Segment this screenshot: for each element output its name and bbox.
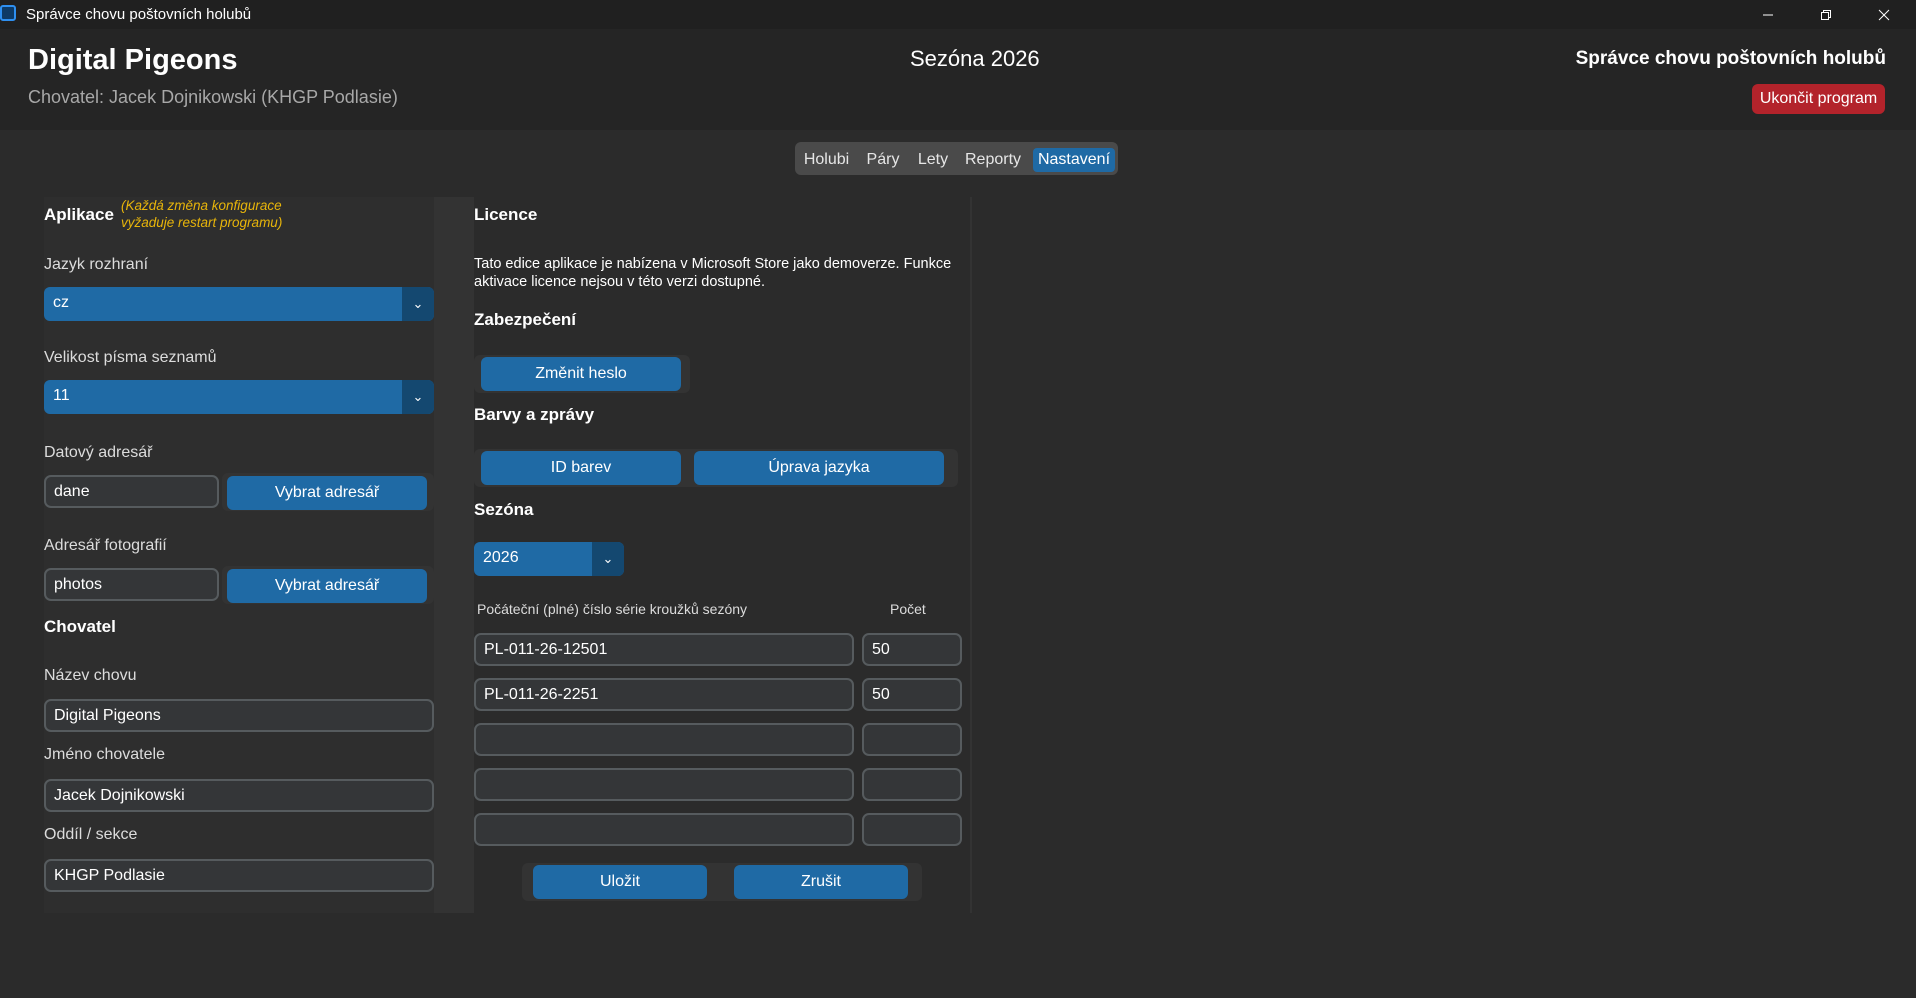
breeder-info: Chovatel: Jacek Dojnikowski (KHGP Podlas… — [28, 87, 398, 107]
license-text: Tato edice aplikace je nabízena v Micros… — [474, 255, 951, 291]
color-ids-button[interactable]: ID barev — [481, 451, 681, 485]
restart-note-line: (Každá změna konfigurace — [121, 198, 282, 213]
tab-holubi[interactable]: Holubi — [800, 148, 853, 172]
count-column-header: Počet — [890, 601, 926, 617]
panel-scrollbar[interactable] — [434, 197, 474, 913]
chevron-down-icon[interactable]: ⌄ — [592, 542, 624, 576]
loft-name-label: Název chovu — [44, 667, 137, 684]
series-input[interactable] — [474, 813, 854, 846]
tab-lety[interactable]: Lety — [913, 148, 953, 172]
license-text-line: Tato edice aplikace je nabízena v Micros… — [474, 256, 952, 272]
app-icon — [0, 5, 16, 21]
cancel-button[interactable]: Zrušit — [734, 865, 908, 899]
header-app-title: Správce chovu poštovních holubů — [1575, 48, 1886, 69]
count-input[interactable]: 50 — [862, 678, 962, 711]
series-input[interactable] — [474, 768, 854, 801]
club-section-input[interactable]: KHGP Podlasie — [44, 859, 434, 892]
edit-language-button[interactable]: Úprava jazyka — [694, 451, 944, 485]
tab-nastaveni[interactable]: Nastavení — [1033, 148, 1115, 172]
loft-name-input[interactable]: Digital Pigeons — [44, 699, 434, 732]
breeder-name-label: Jméno chovatele — [44, 746, 165, 763]
series-column-header: Počáteční (plné) číslo série kroužků sez… — [477, 601, 748, 617]
count-input[interactable] — [862, 813, 962, 846]
chevron-down-icon[interactable]: ⌄ — [402, 380, 434, 414]
window-titlebar — [0, 0, 1916, 29]
section-title-licence: Licence — [474, 205, 538, 224]
language-value: cz — [53, 294, 69, 311]
series-input[interactable] — [474, 723, 854, 756]
font-size-value: 11 — [53, 387, 70, 404]
section-title-aplikace: Aplikace — [44, 205, 114, 224]
restore-button[interactable] — [1798, 0, 1854, 29]
restart-note-line: vyžaduje restart programu) — [121, 215, 283, 230]
data-dir-input[interactable]: dane — [44, 475, 219, 508]
count-input[interactable] — [862, 768, 962, 801]
series-input[interactable]: PL-011-26-2251 — [474, 678, 854, 711]
minimize-button[interactable] — [1740, 0, 1796, 29]
photo-dir-label: Adresář fotografií — [44, 537, 167, 554]
section-title-sezona: Sezóna — [474, 500, 534, 519]
app-header — [0, 29, 1916, 130]
app-name: Digital Pigeons — [28, 44, 238, 76]
language-label: Jazyk rozhraní — [44, 256, 149, 273]
tab-reporty[interactable]: Reporty — [962, 148, 1024, 172]
font-size-label: Velikost písma seznamů — [44, 349, 217, 366]
chevron-down-icon[interactable]: ⌄ — [402, 287, 434, 321]
license-text-line: aktivace licence nejsou v této verzi dos… — [474, 274, 765, 290]
season-select[interactable]: 2026 ⌄ — [474, 542, 624, 576]
count-input[interactable]: 50 — [862, 633, 962, 666]
language-select[interactable]: cz ⌄ — [44, 287, 434, 321]
breeder-name-input[interactable]: Jacek Dojnikowski — [44, 779, 434, 812]
series-input[interactable]: PL-011-26-12501 — [474, 633, 854, 666]
close-button[interactable] — [1856, 0, 1912, 29]
section-title-zabezpeceni: Zabezpečení — [474, 310, 577, 329]
restore-icon — [1821, 9, 1831, 20]
save-button[interactable]: Uložit — [533, 865, 707, 899]
minimize-icon — [1763, 14, 1773, 15]
photo-dir-input[interactable]: photos — [44, 568, 219, 601]
season-title: Sezóna 2026 — [910, 46, 1040, 71]
section-label: Oddíl / sekce — [44, 826, 138, 843]
close-icon — [1878, 9, 1890, 20]
section-title-chovatel: Chovatel — [44, 617, 116, 636]
season-value: 2026 — [483, 549, 519, 566]
window-title: Správce chovu poštovních holubů — [26, 6, 252, 23]
section-title-barvy: Barvy a zprávy — [474, 405, 595, 424]
change-password-button[interactable]: Změnit heslo — [481, 357, 681, 391]
select-photo-dir-button[interactable]: Vybrat adresář — [227, 569, 427, 603]
data-dir-label: Datový adresář — [44, 444, 153, 461]
quit-button[interactable]: Ukončit program — [1752, 84, 1885, 114]
restart-note: (Každá změna konfigurace vyžaduje restar… — [121, 197, 282, 231]
select-data-dir-button[interactable]: Vybrat adresář — [227, 476, 427, 510]
count-input[interactable] — [862, 723, 962, 756]
font-size-select[interactable]: 11 ⌄ — [44, 380, 434, 414]
tab-pary[interactable]: Páry — [862, 148, 904, 172]
